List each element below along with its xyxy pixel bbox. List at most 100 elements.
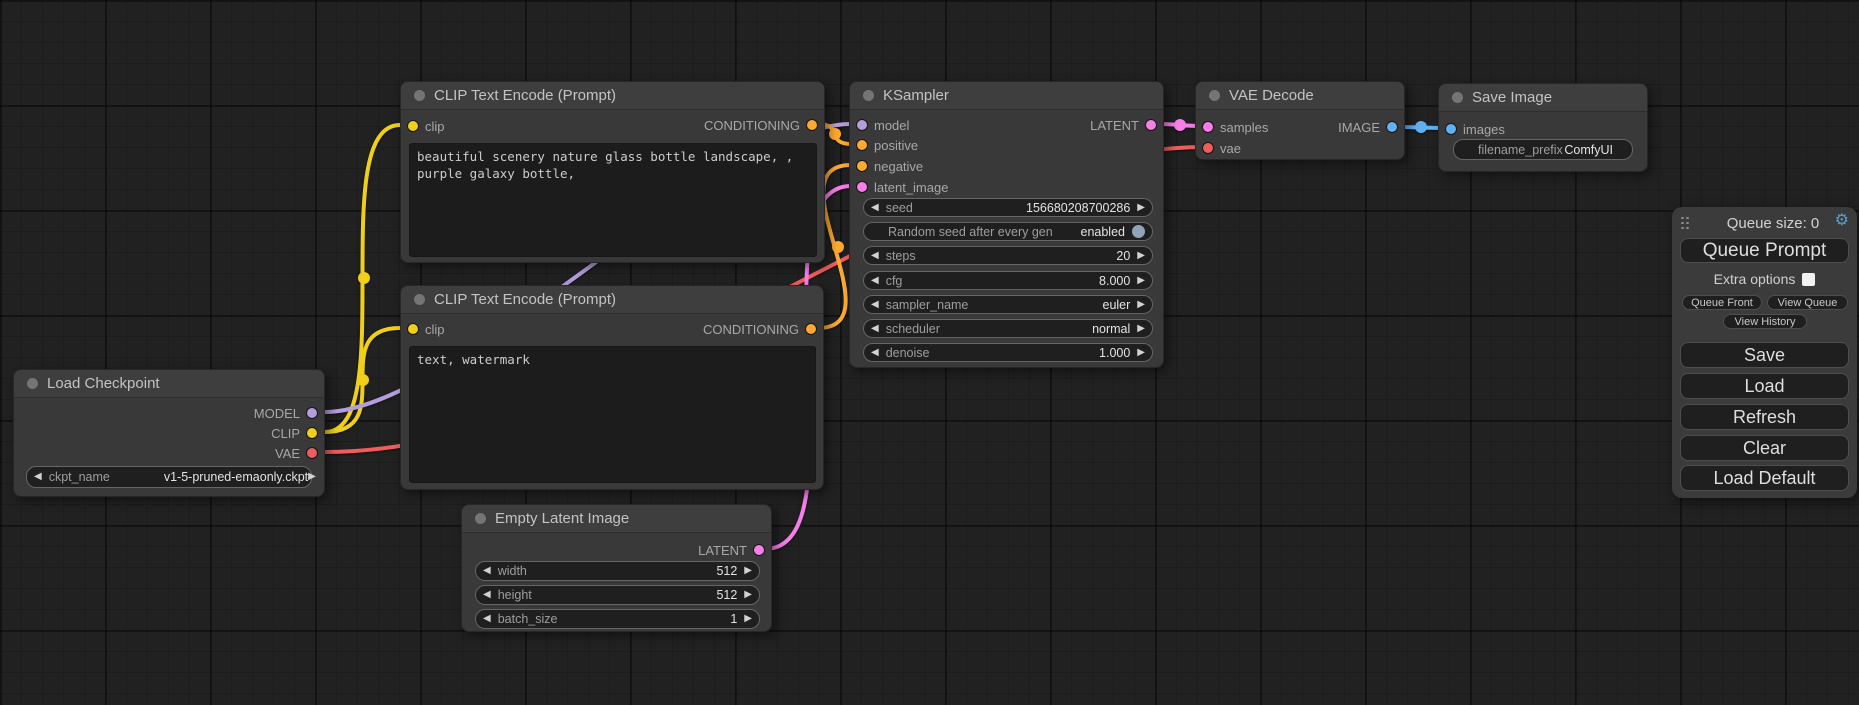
queue-front-button[interactable]: Queue Front xyxy=(1682,295,1762,310)
decrement-arrow-icon[interactable]: ◀ xyxy=(871,203,879,213)
input-slot-negative[interactable]: negative xyxy=(857,158,923,174)
increment-arrow-icon[interactable]: ▶ xyxy=(1137,203,1145,213)
steps-widget[interactable]: ◀ steps 20 ▶ xyxy=(863,246,1153,265)
model-input-dot[interactable] xyxy=(857,120,867,130)
node-save-image[interactable]: Save Image images filename_prefix ComfyU… xyxy=(1438,83,1648,172)
node-title-bar[interactable]: Empty Latent Image xyxy=(462,505,771,533)
ckpt-name-widget[interactable]: ◀ ckpt_name v1-5-pruned-emaonly.ckpt ▶ xyxy=(26,466,312,488)
input-slot-samples[interactable]: samples xyxy=(1203,119,1268,135)
load-default-button[interactable]: Load Default xyxy=(1680,465,1849,491)
denoise-widget[interactable]: ◀ denoise 1.000 ▶ xyxy=(863,343,1153,362)
output-slot-image[interactable]: IMAGE xyxy=(1338,119,1397,135)
decrement-arrow-icon[interactable]: ◀ xyxy=(34,472,42,482)
conditioning-output-dot[interactable] xyxy=(806,324,816,334)
latent-output-dot[interactable] xyxy=(754,545,764,555)
increment-arrow-icon[interactable]: ▶ xyxy=(1137,348,1145,358)
node-vae-decode[interactable]: VAE Decode samples vae IMAGE xyxy=(1195,81,1405,160)
node-load-checkpoint[interactable]: Load Checkpoint MODEL CLIP VAE ◀ ckpt_na… xyxy=(13,369,325,497)
view-queue-button[interactable]: View Queue xyxy=(1767,295,1848,310)
clip-input-dot[interactable] xyxy=(408,121,418,131)
drag-handle-icon[interactable] xyxy=(1681,217,1689,230)
vae-output-dot[interactable] xyxy=(307,448,317,458)
vae-input-dot[interactable] xyxy=(1203,143,1213,153)
decrement-arrow-icon[interactable]: ◀ xyxy=(871,348,879,358)
collapse-dot-icon[interactable] xyxy=(475,513,486,524)
filename-prefix-widget[interactable]: filename_prefix ComfyUI xyxy=(1453,139,1633,160)
clip-input-dot[interactable] xyxy=(408,324,418,334)
negative-prompt-textarea[interactable]: text, watermark xyxy=(409,346,816,483)
collapse-dot-icon[interactable] xyxy=(27,378,38,389)
increment-arrow-icon[interactable]: ▶ xyxy=(1137,324,1145,334)
toggle-dot[interactable] xyxy=(1132,225,1145,238)
output-slot-latent[interactable]: LATENT xyxy=(698,542,764,558)
refresh-button[interactable]: Refresh xyxy=(1680,404,1849,430)
samples-input-dot[interactable] xyxy=(1203,122,1213,132)
collapse-dot-icon[interactable] xyxy=(1452,92,1463,103)
collapse-dot-icon[interactable] xyxy=(863,90,874,101)
height-widget[interactable]: ◀ height 512 ▶ xyxy=(475,585,760,605)
image-output-dot[interactable] xyxy=(1387,122,1397,132)
scheduler-widget[interactable]: ◀ scheduler normal ▶ xyxy=(863,319,1153,338)
cfg-widget[interactable]: ◀ cfg 8.000 ▶ xyxy=(863,271,1153,290)
clip-output-dot[interactable] xyxy=(307,428,317,438)
batch-size-widget[interactable]: ◀ batch_size 1 ▶ xyxy=(475,609,760,629)
collapse-dot-icon[interactable] xyxy=(414,294,425,305)
seed-widget[interactable]: ◀ seed 156680208700286 ▶ xyxy=(863,198,1153,217)
node-title-bar[interactable]: Load Checkpoint xyxy=(14,370,324,398)
queue-prompt-button[interactable]: Queue Prompt xyxy=(1680,238,1849,263)
node-title-bar[interactable]: Save Image xyxy=(1439,84,1647,112)
positive-prompt-textarea[interactable]: beautiful scenery nature glass bottle la… xyxy=(409,143,817,257)
latent-output-dot[interactable] xyxy=(1146,120,1156,130)
node-title-bar[interactable]: VAE Decode xyxy=(1196,82,1404,110)
node-clip-text-encode-positive[interactable]: CLIP Text Encode (Prompt) clip CONDITION… xyxy=(400,81,825,263)
input-slot-images[interactable]: images xyxy=(1446,121,1505,137)
decrement-arrow-icon[interactable]: ◀ xyxy=(483,566,491,576)
decrement-arrow-icon[interactable]: ◀ xyxy=(483,614,491,624)
comfyui-canvas[interactable]: { "colors": { "clip": "#f0cf1b", "condit… xyxy=(0,0,1859,705)
collapse-dot-icon[interactable] xyxy=(1209,90,1220,101)
clear-button[interactable]: Clear xyxy=(1680,435,1849,461)
output-slot-clip[interactable]: CLIP xyxy=(271,425,317,441)
view-history-button[interactable]: View History xyxy=(1723,314,1807,329)
input-slot-model[interactable]: model xyxy=(857,117,909,133)
settings-gear-icon[interactable]: ⚙ xyxy=(1835,210,1849,230)
increment-arrow-icon[interactable]: ▶ xyxy=(308,472,316,482)
node-ksampler[interactable]: KSampler model positive negative latent_… xyxy=(849,81,1164,368)
node-title-bar[interactable]: KSampler xyxy=(850,82,1163,110)
increment-arrow-icon[interactable]: ▶ xyxy=(744,614,752,624)
save-button[interactable]: Save xyxy=(1680,342,1849,368)
input-slot-clip[interactable]: clip xyxy=(408,118,445,134)
latent-input-dot[interactable] xyxy=(857,182,867,192)
images-input-dot[interactable] xyxy=(1446,124,1456,134)
width-widget[interactable]: ◀ width 512 ▶ xyxy=(475,561,760,581)
collapse-dot-icon[interactable] xyxy=(414,90,425,101)
decrement-arrow-icon[interactable]: ◀ xyxy=(871,300,879,310)
decrement-arrow-icon[interactable]: ◀ xyxy=(871,251,879,261)
conditioning-output-dot[interactable] xyxy=(807,120,817,130)
increment-arrow-icon[interactable]: ▶ xyxy=(1137,251,1145,261)
increment-arrow-icon[interactable]: ▶ xyxy=(1137,276,1145,286)
random-seed-toggle-widget[interactable]: Random seed after every gen enabled xyxy=(863,222,1153,241)
output-slot-conditioning[interactable]: CONDITIONING xyxy=(703,321,816,337)
load-button[interactable]: Load xyxy=(1680,373,1849,399)
increment-arrow-icon[interactable]: ▶ xyxy=(744,590,752,600)
input-slot-latent-image[interactable]: latent_image xyxy=(857,179,948,195)
output-slot-model[interactable]: MODEL xyxy=(254,405,317,421)
input-slot-positive[interactable]: positive xyxy=(857,137,918,153)
input-slot-clip[interactable]: clip xyxy=(408,321,445,337)
node-title-bar[interactable]: CLIP Text Encode (Prompt) xyxy=(401,286,823,314)
extra-options-checkbox[interactable] xyxy=(1802,273,1815,286)
negative-input-dot[interactable] xyxy=(857,161,867,171)
input-slot-vae[interactable]: vae xyxy=(1203,140,1241,156)
increment-arrow-icon[interactable]: ▶ xyxy=(1137,300,1145,310)
decrement-arrow-icon[interactable]: ◀ xyxy=(871,324,879,334)
output-slot-vae[interactable]: VAE xyxy=(275,445,317,461)
positive-input-dot[interactable] xyxy=(857,140,867,150)
sampler-name-widget[interactable]: ◀ sampler_name euler ▶ xyxy=(863,295,1153,314)
node-title-bar[interactable]: CLIP Text Encode (Prompt) xyxy=(401,82,824,110)
node-empty-latent-image[interactable]: Empty Latent Image LATENT ◀ width 512 ▶ … xyxy=(461,504,772,632)
decrement-arrow-icon[interactable]: ◀ xyxy=(871,276,879,286)
queue-panel[interactable]: Queue size: 0 ⚙ Queue Prompt Extra optio… xyxy=(1672,207,1857,498)
increment-arrow-icon[interactable]: ▶ xyxy=(744,566,752,576)
output-slot-conditioning[interactable]: CONDITIONING xyxy=(704,117,817,133)
